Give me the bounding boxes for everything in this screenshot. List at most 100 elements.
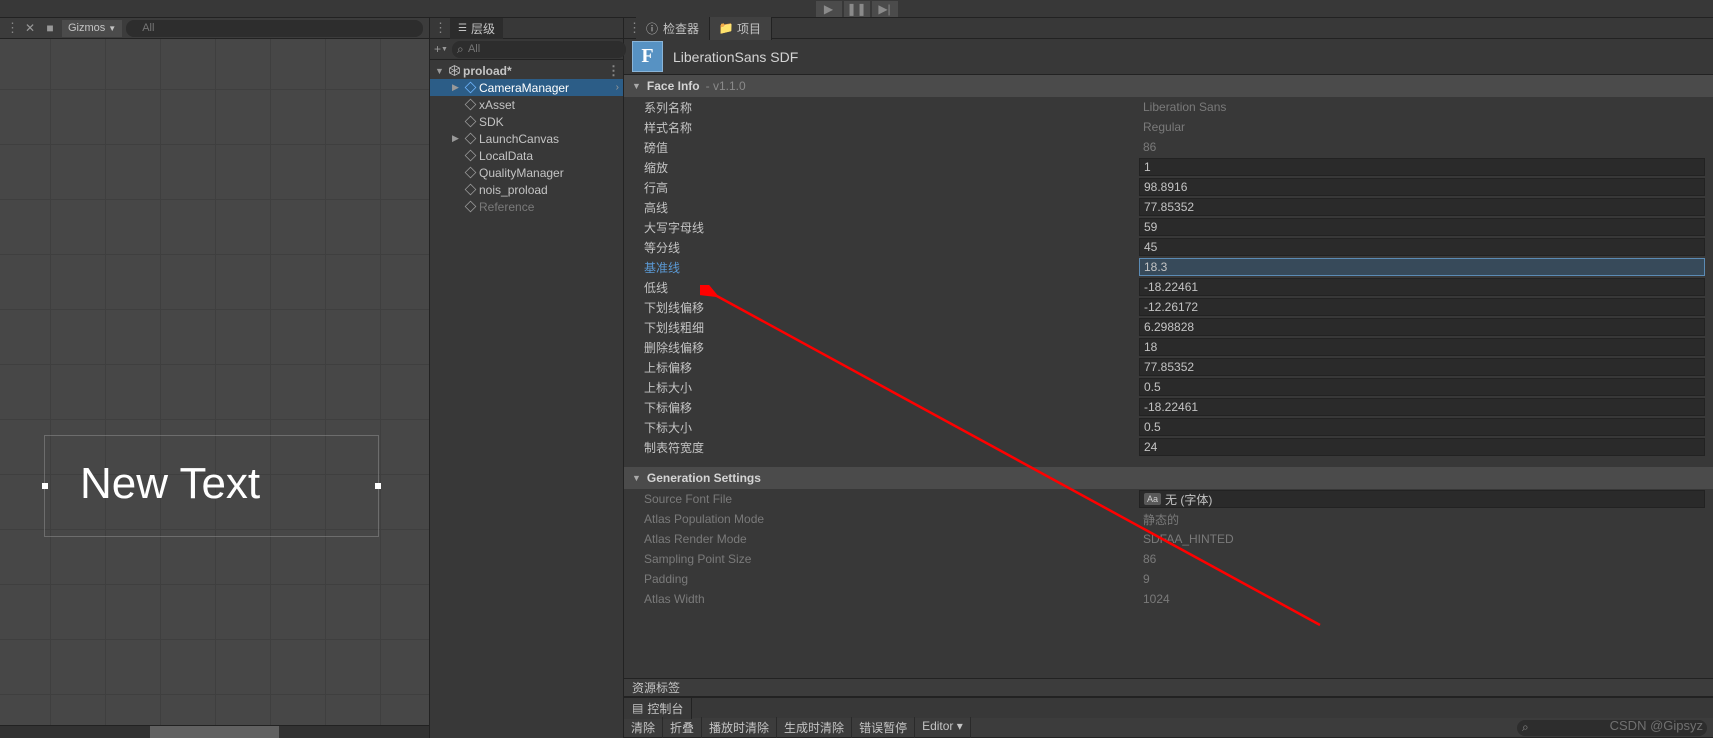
property-value[interactable]: -18.22461 <box>1139 398 1705 416</box>
camera-icon[interactable]: ■ <box>42 20 58 36</box>
console-button[interactable]: 错误暂停 <box>852 717 915 738</box>
property-label: 高线 <box>644 199 1139 216</box>
hierarchy-icon: ☰ <box>458 23 467 34</box>
console-button[interactable]: 播放时清除 <box>702 717 777 738</box>
property-row: Atlas Render ModeSDFAA_HINTED <box>624 529 1713 549</box>
expand-icon[interactable]: ▶ <box>450 82 461 93</box>
expand-icon[interactable]: ▶ <box>450 133 461 144</box>
hierarchy-search-input[interactable] <box>452 41 626 58</box>
hierarchy-item[interactable]: SDK <box>430 113 623 130</box>
object-field[interactable]: Aa无 (字体) <box>1139 490 1705 508</box>
property-value[interactable]: 18.3 <box>1139 258 1705 276</box>
scene-search-input[interactable] <box>126 20 423 37</box>
property-value[interactable]: 24 <box>1139 438 1705 456</box>
property-row: 基准线 18.3 <box>624 257 1713 277</box>
property-row: Atlas Population Mode静态的 <box>624 509 1713 529</box>
scene-scrollbar[interactable] <box>0 725 429 738</box>
console-button[interactable]: 清除 <box>624 717 663 738</box>
property-label: 下标大小 <box>644 419 1139 436</box>
hierarchy-tab[interactable]: ☰ 层级 <box>450 18 503 39</box>
console-button[interactable]: 折叠 <box>663 717 702 738</box>
console-button[interactable]: 生成时清除 <box>777 717 852 738</box>
tools-icon[interactable]: ✕ <box>22 20 38 36</box>
hierarchy-item[interactable]: ▶ LaunchCanvas <box>430 130 623 147</box>
hierarchy-item[interactable]: ▶ CameraManager › <box>430 79 623 96</box>
property-value[interactable]: 59 <box>1139 218 1705 236</box>
hierarchy-item[interactable]: Reference <box>430 198 623 215</box>
add-button[interactable]: + ▼ <box>434 41 448 58</box>
hierarchy-item[interactable]: nois_proload <box>430 181 623 198</box>
property-row: 下标偏移 -18.22461 <box>624 397 1713 417</box>
more-icon[interactable]: ⋮ <box>434 24 446 32</box>
play-button[interactable]: ▶ <box>816 1 842 17</box>
scene-view[interactable]: New Text <box>0 39 429 725</box>
property-value: Liberation Sans <box>1139 98 1705 116</box>
property-label: 删除线偏移 <box>644 339 1139 356</box>
info-icon: ⓘ <box>646 22 658 34</box>
property-row: 高线 77.85352 <box>624 197 1713 217</box>
property-row: 大写字母线 59 <box>624 217 1713 237</box>
property-row: 行高 98.8916 <box>624 177 1713 197</box>
console-toolbar: 清除折叠播放时清除生成时清除错误暂停Editor ▾ <box>624 718 1713 738</box>
face-info-header[interactable]: ▼ Face Info - v1.1.0 <box>624 75 1713 97</box>
hierarchy-item[interactable]: LocalData <box>430 147 623 164</box>
more-icon[interactable]: ⋮ <box>6 24 18 32</box>
hierarchy-item[interactable]: QualityManager <box>430 164 623 181</box>
property-label: 缩放 <box>644 159 1139 176</box>
property-value[interactable]: 77.85352 <box>1139 358 1705 376</box>
property-value[interactable]: 1 <box>1139 158 1705 176</box>
item-label: nois_proload <box>479 183 548 197</box>
font-badge-icon: Aa <box>1144 493 1161 505</box>
item-label: xAsset <box>479 98 515 112</box>
property-label: 低线 <box>644 279 1139 296</box>
hierarchy-panel: ⋮ ☰ 层级 + ▼ ▼ proload* ⋮ ▶ CameraManager <box>429 18 624 738</box>
property-value[interactable]: -12.26172 <box>1139 298 1705 316</box>
expand-icon[interactable]: ▼ <box>434 66 445 76</box>
generation-settings-header[interactable]: ▼ Generation Settings <box>624 467 1713 489</box>
property-row: Padding9 <box>624 569 1713 589</box>
console-tab[interactable]: ▤ 控制台 <box>624 698 692 719</box>
gameobject-icon <box>463 166 477 180</box>
scene-row[interactable]: ▼ proload* ⋮ <box>430 62 623 79</box>
step-button[interactable]: ▶| <box>872 1 898 17</box>
item-label: LocalData <box>479 149 533 163</box>
more-icon[interactable]: ⋮ <box>624 24 636 32</box>
property-value[interactable]: 6.298828 <box>1139 318 1705 336</box>
scene-grid <box>0 39 429 725</box>
property-label: Atlas Render Mode <box>644 532 1139 546</box>
property-value[interactable]: 77.85352 <box>1139 198 1705 216</box>
console-button[interactable]: Editor ▾ <box>915 717 971 738</box>
tab-检查器[interactable]: ⓘ检查器 <box>636 17 710 40</box>
property-label: 上标偏移 <box>644 359 1139 376</box>
folder-icon: 📁 <box>720 22 732 34</box>
gameobject-icon <box>463 149 477 163</box>
property-value[interactable]: 98.8916 <box>1139 178 1705 196</box>
scene-text-object[interactable]: New Text <box>80 459 260 509</box>
gizmos-dropdown[interactable]: Gizmos ▼ <box>62 20 122 37</box>
property-label: 基准线 <box>644 259 1139 276</box>
property-value: 1024 <box>1139 590 1705 608</box>
tab-项目[interactable]: 📁项目 <box>710 17 772 40</box>
top-bar: ▶ ❚❚ ▶| <box>0 0 1713 18</box>
property-label: 下划线粗细 <box>644 319 1139 336</box>
property-value[interactable]: 18 <box>1139 338 1705 356</box>
property-value[interactable]: 45 <box>1139 238 1705 256</box>
hierarchy-item[interactable]: xAsset <box>430 96 623 113</box>
property-value[interactable]: -18.22461 <box>1139 278 1705 296</box>
scene-toolbar: ⋮ ✕ ■ Gizmos ▼ <box>0 18 429 39</box>
property-label: 样式名称 <box>644 119 1139 136</box>
property-row: 低线 -18.22461 <box>624 277 1713 297</box>
gameobject-icon <box>463 183 477 197</box>
property-row: 下划线粗细 6.298828 <box>624 317 1713 337</box>
console-icon: ▤ <box>632 701 643 715</box>
scene-menu-icon[interactable]: ⋮ <box>607 67 619 75</box>
asset-labels-header[interactable]: 资源标签 <box>624 678 1713 697</box>
item-label: QualityManager <box>479 166 564 180</box>
pause-button[interactable]: ❚❚ <box>844 1 870 17</box>
font-asset-icon: F <box>632 41 663 72</box>
scene-panel: ⋮ ✕ ■ Gizmos ▼ New Text <box>0 18 429 738</box>
property-value[interactable]: 0.5 <box>1139 418 1705 436</box>
chevron-icon: › <box>616 82 619 93</box>
asset-name: LiberationSans SDF <box>673 49 798 65</box>
property-value[interactable]: 0.5 <box>1139 378 1705 396</box>
